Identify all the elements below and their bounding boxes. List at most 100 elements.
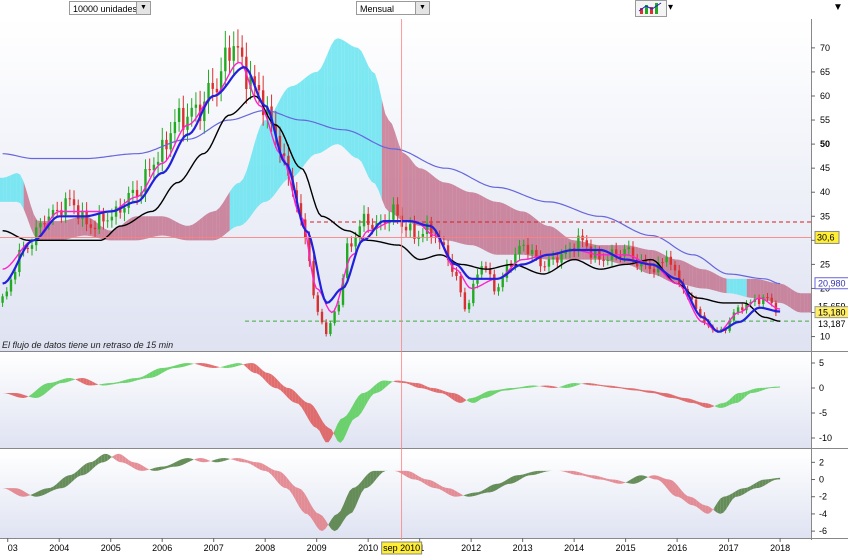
candle-down: [215, 88, 219, 93]
cloud-segment: [713, 272, 717, 292]
candle-up: [736, 307, 740, 313]
oscillator-2-area-negative: [705, 505, 709, 514]
cloud-segment: [388, 120, 392, 213]
stock-chart[interactable]: 1015202530354045505560657020,98015,65915…: [0, 0, 848, 555]
oscillator-1-area-negative: [609, 385, 613, 388]
cloud-segment: [540, 222, 545, 260]
cloud-segment: [750, 278, 754, 299]
cloud-segment: [331, 39, 335, 147]
oscillator-1-area-negative: [648, 390, 652, 394]
candle-down: [135, 189, 139, 197]
oscillator-1-area-positive: [507, 388, 511, 391]
cloud-segment: [138, 216, 142, 241]
oscillator-2-area-positive: [334, 513, 338, 532]
cloud-segment: [378, 84, 382, 200]
cloud-segment: [300, 78, 305, 170]
cloud-segment: [787, 286, 791, 308]
cloud-segment: [223, 197, 227, 237]
oscillator-2-area-positive: [65, 475, 69, 488]
candle-up: [9, 279, 13, 292]
oscillator-1-area-positive: [774, 386, 778, 388]
x-tick-label: 2007: [204, 543, 224, 553]
candle-up: [346, 243, 349, 279]
cloud-segment: [226, 191, 230, 234]
cloud-segment: [415, 165, 420, 226]
cloud-segment: [114, 227, 119, 241]
cloud-segment: [408, 156, 413, 224]
candle-up: [409, 223, 412, 231]
candle-up: [190, 107, 193, 117]
price-y-tick-label: 55: [820, 115, 830, 125]
oscillator-2-area-negative: [451, 488, 455, 497]
candle-up: [518, 245, 521, 255]
cloud-segment: [790, 288, 795, 311]
oscillator-1-area-positive: [379, 380, 383, 393]
oscillator-2-area-negative: [594, 475, 598, 480]
cloud-segment: [216, 207, 220, 240]
price-y-tick-label: 60: [820, 91, 830, 101]
cloud-segment: [777, 283, 781, 303]
candle-up: [467, 303, 471, 310]
cloud-segment: [175, 221, 180, 240]
candle-up: [123, 207, 126, 213]
cloud-segment: [209, 211, 213, 241]
candle-up: [13, 272, 17, 280]
cloud-segment: [253, 135, 257, 213]
cloud-segment: [702, 269, 707, 289]
candle-down: [56, 209, 59, 211]
candle-up: [337, 304, 341, 312]
cloud-segment: [16, 173, 21, 204]
oscillator-1-y-tick-label: 5: [819, 358, 824, 368]
candle-up: [354, 237, 357, 247]
oscillator-2-area-positive: [738, 488, 742, 497]
candle-down: [455, 271, 458, 277]
cloud-segment: [459, 188, 463, 244]
cloud-segment: [141, 216, 146, 240]
x-tick-label: 2004: [49, 543, 69, 553]
oscillator-1-area-negative: [253, 363, 257, 374]
cloud-segment: [648, 249, 653, 275]
cloud-segment: [685, 262, 690, 286]
candle-down: [543, 266, 546, 268]
candle-down: [240, 47, 244, 57]
cloud-segment: [239, 178, 244, 226]
price-y-tick-label: 25: [820, 259, 830, 269]
oscillator-2-area-positive: [510, 475, 514, 484]
oscillator-2-y-tick-label: -6: [819, 526, 827, 536]
candle-up: [522, 244, 525, 246]
cloud-segment: [462, 189, 467, 245]
cloud-segment: [422, 168, 426, 228]
candle-up: [194, 104, 198, 108]
candle-down: [463, 292, 467, 310]
oscillator-2-area-negative: [280, 471, 284, 488]
candle-down: [324, 322, 328, 335]
x-tick-label: 2015: [616, 543, 636, 553]
cloud-segment: [162, 216, 166, 236]
oscillator-1-area-positive: [472, 397, 476, 403]
candle-down: [89, 224, 93, 228]
oscillator-1-area-positive: [340, 417, 344, 443]
oscillator-2-area-negative: [409, 471, 413, 480]
candle-down: [757, 298, 761, 304]
oscillator-1-area-positive: [41, 384, 45, 397]
cloud-segment: [341, 39, 345, 149]
cloud-segment: [456, 186, 460, 244]
candle-down: [316, 295, 319, 312]
candle-down: [367, 213, 370, 225]
cloud-segment: [189, 224, 193, 241]
cloud-segment: [202, 214, 207, 241]
cloud-segment: [74, 217, 78, 238]
cloud-segment: [402, 152, 406, 222]
oscillator-1-area-positive: [65, 378, 69, 383]
cloud-segment: [199, 217, 203, 241]
panel-background: [0, 452, 811, 538]
candle-up: [64, 198, 67, 215]
cloud-segment: [64, 219, 68, 240]
candle-down: [766, 297, 769, 299]
cloud-segment: [807, 293, 811, 313]
candle-up: [98, 213, 101, 230]
oscillator-1-area-negative: [418, 383, 422, 389]
x-tick-label: 2012: [461, 543, 481, 553]
cloud-segment: [804, 293, 808, 313]
candle-up: [169, 133, 172, 150]
